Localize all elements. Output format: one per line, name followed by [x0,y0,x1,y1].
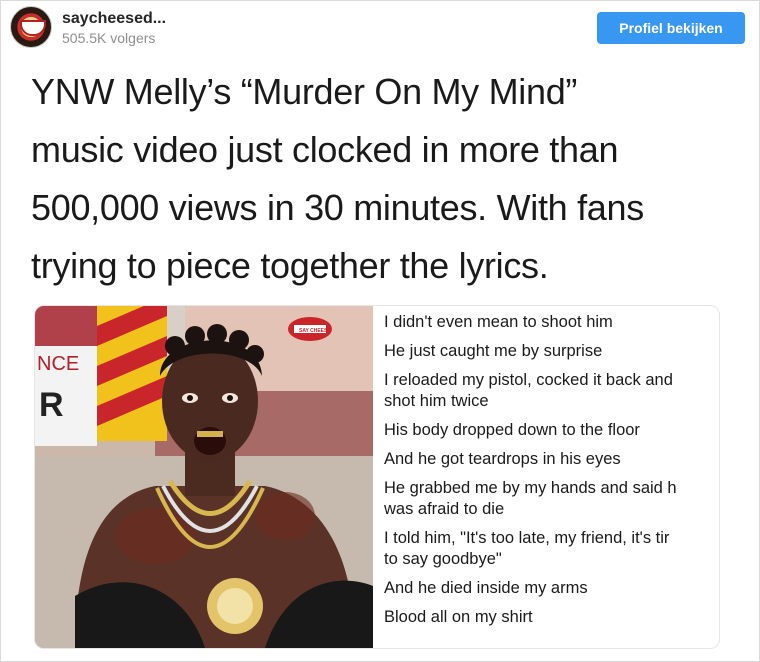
headline-line: trying to piece together the lyrics. [31,245,549,286]
lyric-text: His body dropped down to the floor [384,421,640,439]
headline: YNW Melly’s “Murder On My Mind” music vi… [31,63,751,295]
lyric-text: I told him, "It's too late, my friend, i… [384,529,670,547]
username[interactable]: saycheesed... [62,10,166,28]
lyric-text: I didn't even mean to shoot him [384,313,613,331]
media-card[interactable]: NCE R SAY CHEESE I didn't even mean to s… [34,305,720,649]
lyric-line: Blood all on my shirt [384,607,719,628]
avatar-mouth-logo [20,20,46,36]
video-still-illustration: NCE R SAY CHEESE [35,306,373,648]
view-profile-button[interactable]: Profiel bekijken [597,12,745,44]
lyric-text: shot him twice [384,392,489,410]
truck-sign-letter: R [39,386,64,424]
lyric-text: He grabbed me by my hands and said h [384,479,677,497]
say-cheese-logo: SAY CHEESE [288,317,332,341]
lyric-text: Blood all on my shirt [384,608,533,626]
lyric-text: He just caught me by surprise [384,342,603,360]
lyric-text: And he died inside my arms [384,579,588,597]
follower-count: 505.5K volgers [62,30,156,46]
lyrics-list: I didn't even mean to shoot him He just c… [384,312,719,636]
lyric-text: I reloaded my pistol, cocked it back and [384,371,673,389]
lyric-text: was afraid to die [384,500,505,518]
lyric-line: He grabbed me by my hands and said h was … [384,478,719,520]
lyric-line: He just caught me by surprise [384,341,719,362]
video-still-image: NCE R SAY CHEESE [35,306,373,648]
lyric-line: His body dropped down to the floor [384,420,719,441]
post-frame: saycheesed... 505.5K volgers Profiel bek… [0,0,760,662]
lyric-text: And he got teardrops in his eyes [384,450,621,468]
headline-line: music video just clocked in more than [31,129,619,170]
lyric-text: to say goodbye" [384,550,502,568]
truck-sign-text: NCE [37,353,79,375]
lyric-line: And he got teardrops in his eyes [384,449,719,470]
logo-text: SAY CHEESE [299,328,331,334]
post-header: saycheesed... 505.5K volgers Profiel bek… [1,1,759,57]
avatar[interactable] [10,6,52,48]
lyric-line: I reloaded my pistol, cocked it back and… [384,370,719,412]
lyric-line: I didn't even mean to shoot him [384,312,719,333]
headline-line: YNW Melly’s “Murder On My Mind” [31,71,578,112]
lyric-line: I told him, "It's too late, my friend, i… [384,528,719,570]
lyric-line: And he died inside my arms [384,578,719,599]
headline-line: 500,000 views in 30 minutes. With fans [31,187,644,228]
